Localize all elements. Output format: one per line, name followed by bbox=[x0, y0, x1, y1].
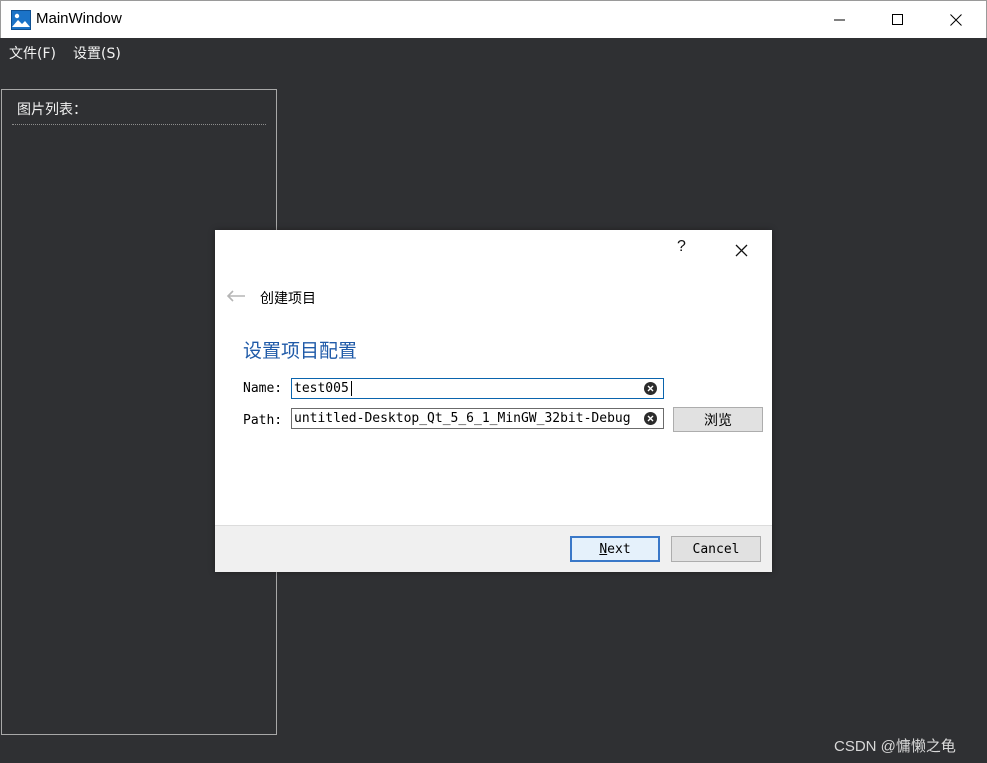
close-button[interactable] bbox=[927, 1, 985, 38]
clear-path-button[interactable] bbox=[644, 412, 657, 425]
path-field[interactable] bbox=[291, 408, 664, 429]
menu-bar: 文件(F) 设置(S) bbox=[0, 38, 987, 66]
wizard-heading: 创建项目 bbox=[260, 291, 316, 307]
minimize-icon bbox=[834, 19, 845, 20]
close-icon bbox=[950, 13, 962, 26]
dialog-close-button[interactable] bbox=[729, 239, 753, 261]
path-label: Path: bbox=[243, 413, 283, 428]
watermark: CSDN @慵懒之龟 bbox=[834, 738, 956, 755]
next-button[interactable]: Next bbox=[570, 536, 660, 562]
name-field[interactable] bbox=[291, 378, 664, 399]
clear-name-button[interactable] bbox=[644, 382, 657, 395]
next-label: ext bbox=[607, 541, 631, 557]
panel-separator bbox=[12, 124, 266, 125]
close-icon bbox=[735, 244, 747, 256]
maximize-icon bbox=[892, 13, 903, 25]
next-mnemonic: N bbox=[599, 541, 608, 557]
dialog-footer: Next Cancel bbox=[215, 525, 772, 572]
back-arrow-icon[interactable] bbox=[225, 288, 247, 304]
image-list-title: 图片列表： bbox=[17, 102, 87, 118]
page-title: 设置项目配置 bbox=[243, 340, 358, 362]
title-bar: MainWindow bbox=[0, 0, 987, 38]
app-image-icon bbox=[11, 10, 31, 30]
create-project-dialog: ? 创建项目 设置项目配置 Name: Path: 浏览 Next Cancel bbox=[215, 230, 772, 572]
path-input[interactable] bbox=[294, 410, 639, 427]
window-title: MainWindow bbox=[36, 10, 122, 27]
clear-icon bbox=[647, 415, 654, 422]
cancel-button[interactable]: Cancel bbox=[671, 536, 761, 562]
browse-button[interactable]: 浏览 bbox=[673, 407, 763, 432]
menu-file[interactable]: 文件(F) bbox=[9, 43, 56, 63]
help-button[interactable]: ? bbox=[677, 238, 686, 256]
name-input[interactable] bbox=[294, 380, 639, 397]
clear-icon bbox=[647, 385, 654, 392]
name-label: Name: bbox=[243, 381, 283, 396]
text-caret bbox=[351, 381, 352, 396]
maximize-button[interactable] bbox=[869, 1, 927, 38]
minimize-button[interactable] bbox=[811, 1, 869, 38]
menu-settings[interactable]: 设置(S) bbox=[73, 43, 121, 63]
